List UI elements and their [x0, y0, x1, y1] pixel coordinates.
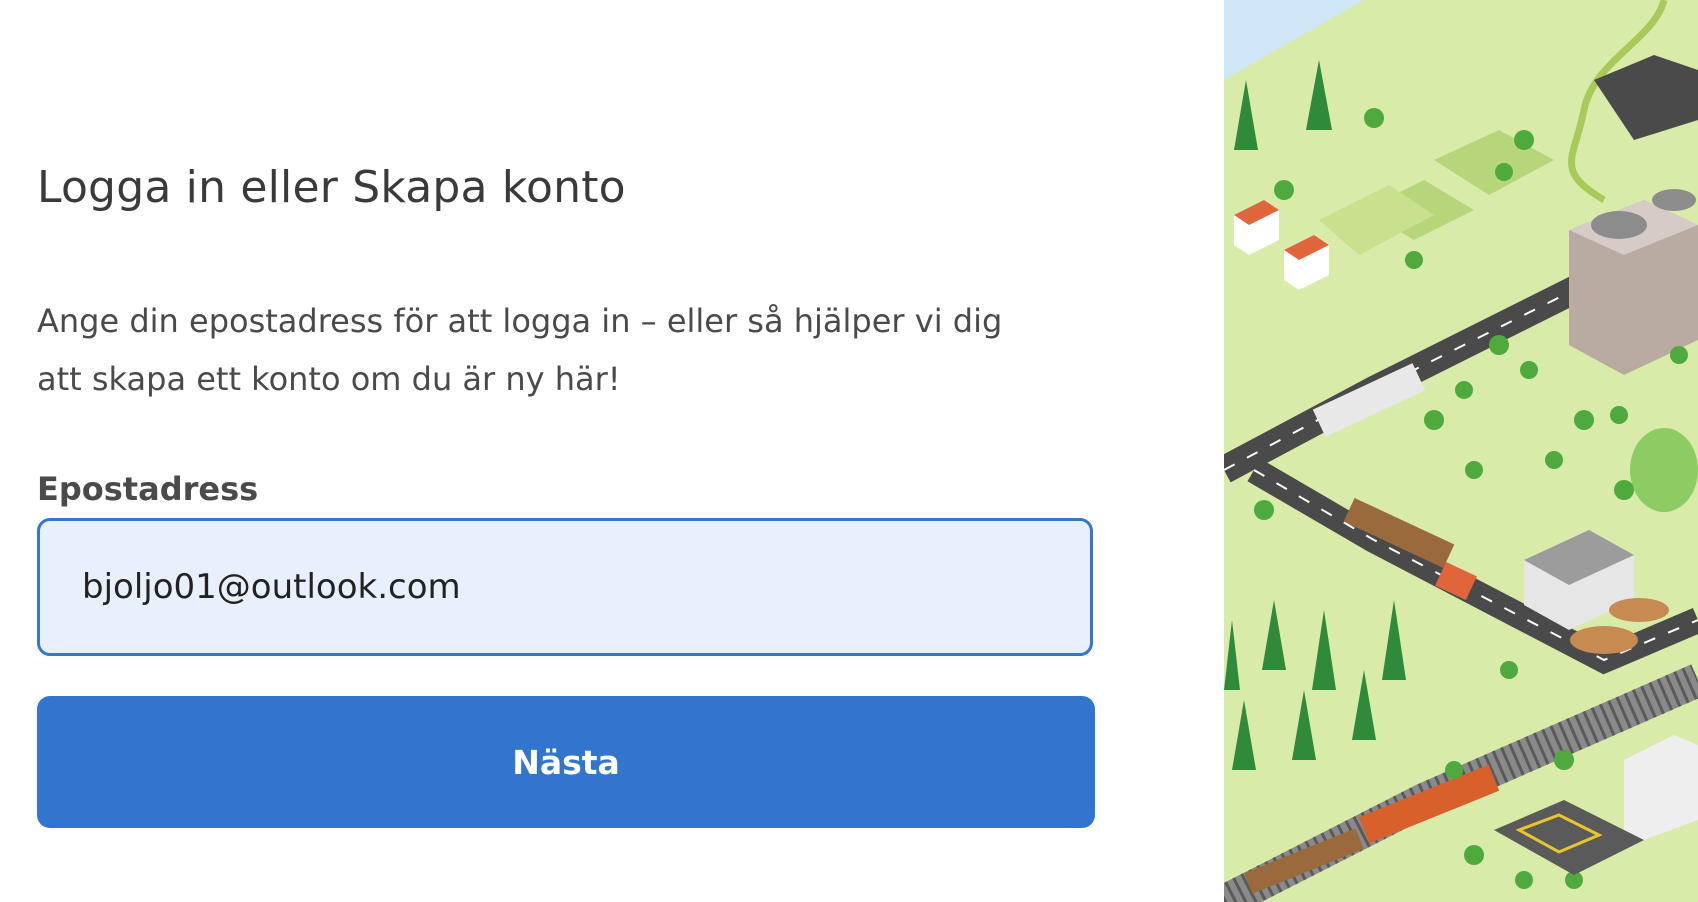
next-button[interactable]: Nästa	[37, 696, 1095, 828]
landscape-illustration	[1224, 0, 1698, 902]
login-panel: Logga in eller Skapa konto Ange din epos…	[37, 0, 1095, 902]
isometric-landscape-icon	[1224, 0, 1698, 902]
login-page: Logga in eller Skapa konto Ange din epos…	[0, 0, 1698, 902]
page-title: Logga in eller Skapa konto	[37, 162, 626, 213]
email-field[interactable]	[37, 518, 1093, 656]
email-label: Epostadress	[37, 470, 259, 508]
page-description: Ange din epostadress för att logga in – …	[37, 302, 1003, 398]
